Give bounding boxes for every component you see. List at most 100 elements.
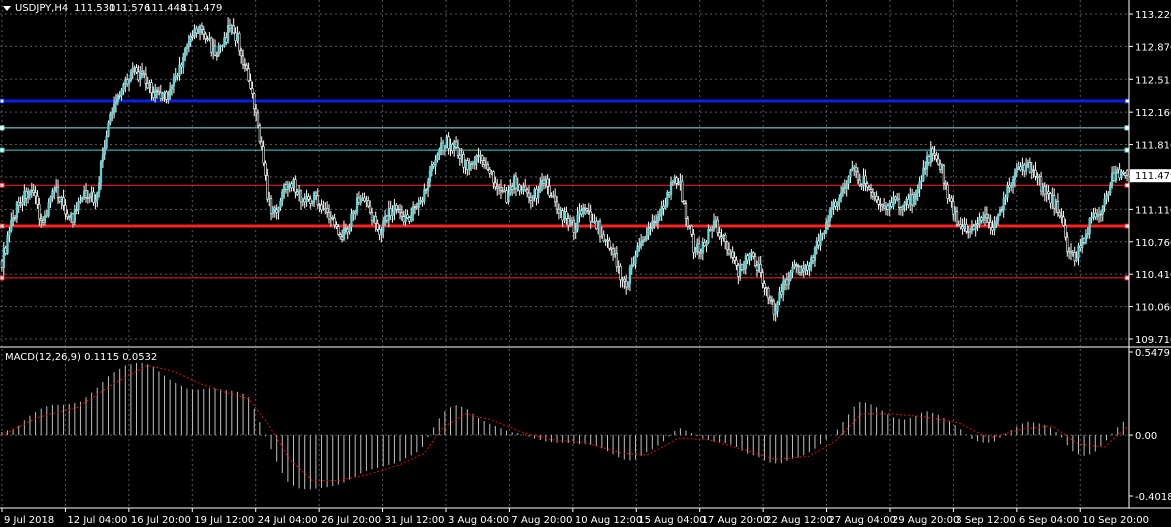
candle-body: [649, 227, 652, 230]
candle-body: [638, 245, 641, 248]
candle-body: [421, 199, 424, 202]
level-handle-left[interactable]: [0, 98, 5, 104]
candle-body: [516, 184, 519, 189]
candle-body: [565, 211, 568, 219]
candle-body: [772, 300, 775, 315]
candle-body: [1079, 245, 1082, 248]
candle-body: [154, 89, 157, 99]
candle-body: [2, 247, 5, 268]
candle-body: [25, 190, 28, 199]
candle-body: [871, 191, 875, 197]
candle-body: [940, 165, 944, 170]
candle-body: [611, 248, 615, 255]
candle-body: [753, 256, 757, 266]
level-handle-left[interactable]: [0, 223, 5, 229]
candle-body: [555, 201, 559, 210]
candle-body: [348, 226, 351, 233]
candle-body: [656, 216, 660, 224]
candle-body: [682, 201, 686, 204]
candle-body: [587, 210, 590, 213]
candle-body: [654, 221, 658, 224]
level-handle-left[interactable]: [0, 147, 5, 153]
candle-body: [139, 70, 142, 81]
candle-body: [1082, 238, 1086, 243]
candle-body: [468, 164, 471, 170]
candle-body: [653, 220, 656, 223]
candle-body: [996, 214, 1000, 222]
candle-body: [843, 187, 846, 190]
candle-body: [277, 207, 280, 213]
candle-body: [684, 203, 688, 219]
candle-body: [1069, 250, 1073, 254]
candle-body: [1038, 176, 1041, 178]
time-tick-label: 24 Jul 04:00: [258, 515, 318, 526]
candle-body: [1112, 172, 1116, 181]
candle-body: [899, 207, 903, 210]
candle-body: [359, 199, 362, 203]
candle-body: [675, 177, 678, 184]
level-handle-right[interactable]: [1124, 98, 1130, 104]
price-tick-label: 109.710: [1135, 335, 1171, 346]
level-handle-left[interactable]: [0, 275, 5, 281]
candle-body: [537, 191, 540, 199]
price-tick-label: 111.810: [1135, 141, 1171, 152]
candle-body: [68, 216, 71, 219]
candle-body: [314, 192, 318, 197]
candle-body: [798, 266, 802, 274]
candle-body: [615, 253, 618, 267]
candle-body: [43, 215, 47, 223]
candle-body: [36, 195, 39, 205]
candle-body: [150, 82, 153, 93]
candle-body: [864, 175, 867, 184]
collapse-arrow-icon[interactable]: [3, 6, 11, 11]
candle-body: [836, 202, 839, 207]
time-tick-label: 9 Jul 2018: [4, 515, 54, 526]
candle-body: [307, 196, 310, 200]
macd-tick-label: 0.5479: [1135, 348, 1170, 359]
candle-body: [137, 71, 140, 81]
candle-body: [860, 184, 863, 187]
candle-body: [802, 268, 805, 272]
candle-body: [111, 112, 114, 115]
candle-body: [877, 199, 880, 205]
horizontal-levels: [0, 98, 1130, 281]
candle-body: [309, 198, 312, 204]
candle-body: [73, 209, 76, 223]
candle-body: [896, 198, 899, 201]
level-handle-right[interactable]: [1124, 223, 1130, 229]
candle-body: [228, 25, 232, 29]
level-handle-right[interactable]: [1124, 147, 1130, 153]
candle-body: [361, 197, 364, 201]
candle-body: [750, 252, 753, 255]
level-handle-left[interactable]: [0, 125, 5, 131]
level-handle-right[interactable]: [1124, 125, 1130, 131]
candle-body: [849, 169, 852, 178]
candle-body: [339, 234, 342, 238]
candle-body: [613, 253, 617, 255]
candle-body: [269, 198, 273, 215]
candle-body: [0, 260, 4, 268]
level-handle-left[interactable]: [0, 182, 5, 188]
price-tick-label: 111.110: [1135, 205, 1171, 216]
candle-body: [757, 263, 761, 271]
candle-body: [636, 247, 639, 256]
candle-body: [127, 80, 131, 85]
candle-body: [647, 227, 650, 236]
price-tick-label: 110.410: [1135, 270, 1171, 281]
level-handle-right[interactable]: [1124, 182, 1130, 188]
candle-body: [785, 279, 789, 286]
candle-body: [275, 209, 278, 213]
candle-body: [694, 250, 697, 253]
time-tick-label: 27 Aug 04:00: [829, 515, 896, 526]
candle-body: [376, 223, 379, 230]
candle-body: [1034, 169, 1037, 177]
candle-body: [354, 211, 357, 214]
candle-body: [968, 230, 972, 233]
candle-body: [978, 217, 981, 226]
candle-body: [617, 266, 620, 268]
level-handle-right[interactable]: [1124, 275, 1130, 281]
candle-body: [744, 255, 747, 269]
candle-body: [254, 108, 258, 114]
candle-body: [226, 25, 230, 43]
candle-body: [570, 219, 574, 222]
